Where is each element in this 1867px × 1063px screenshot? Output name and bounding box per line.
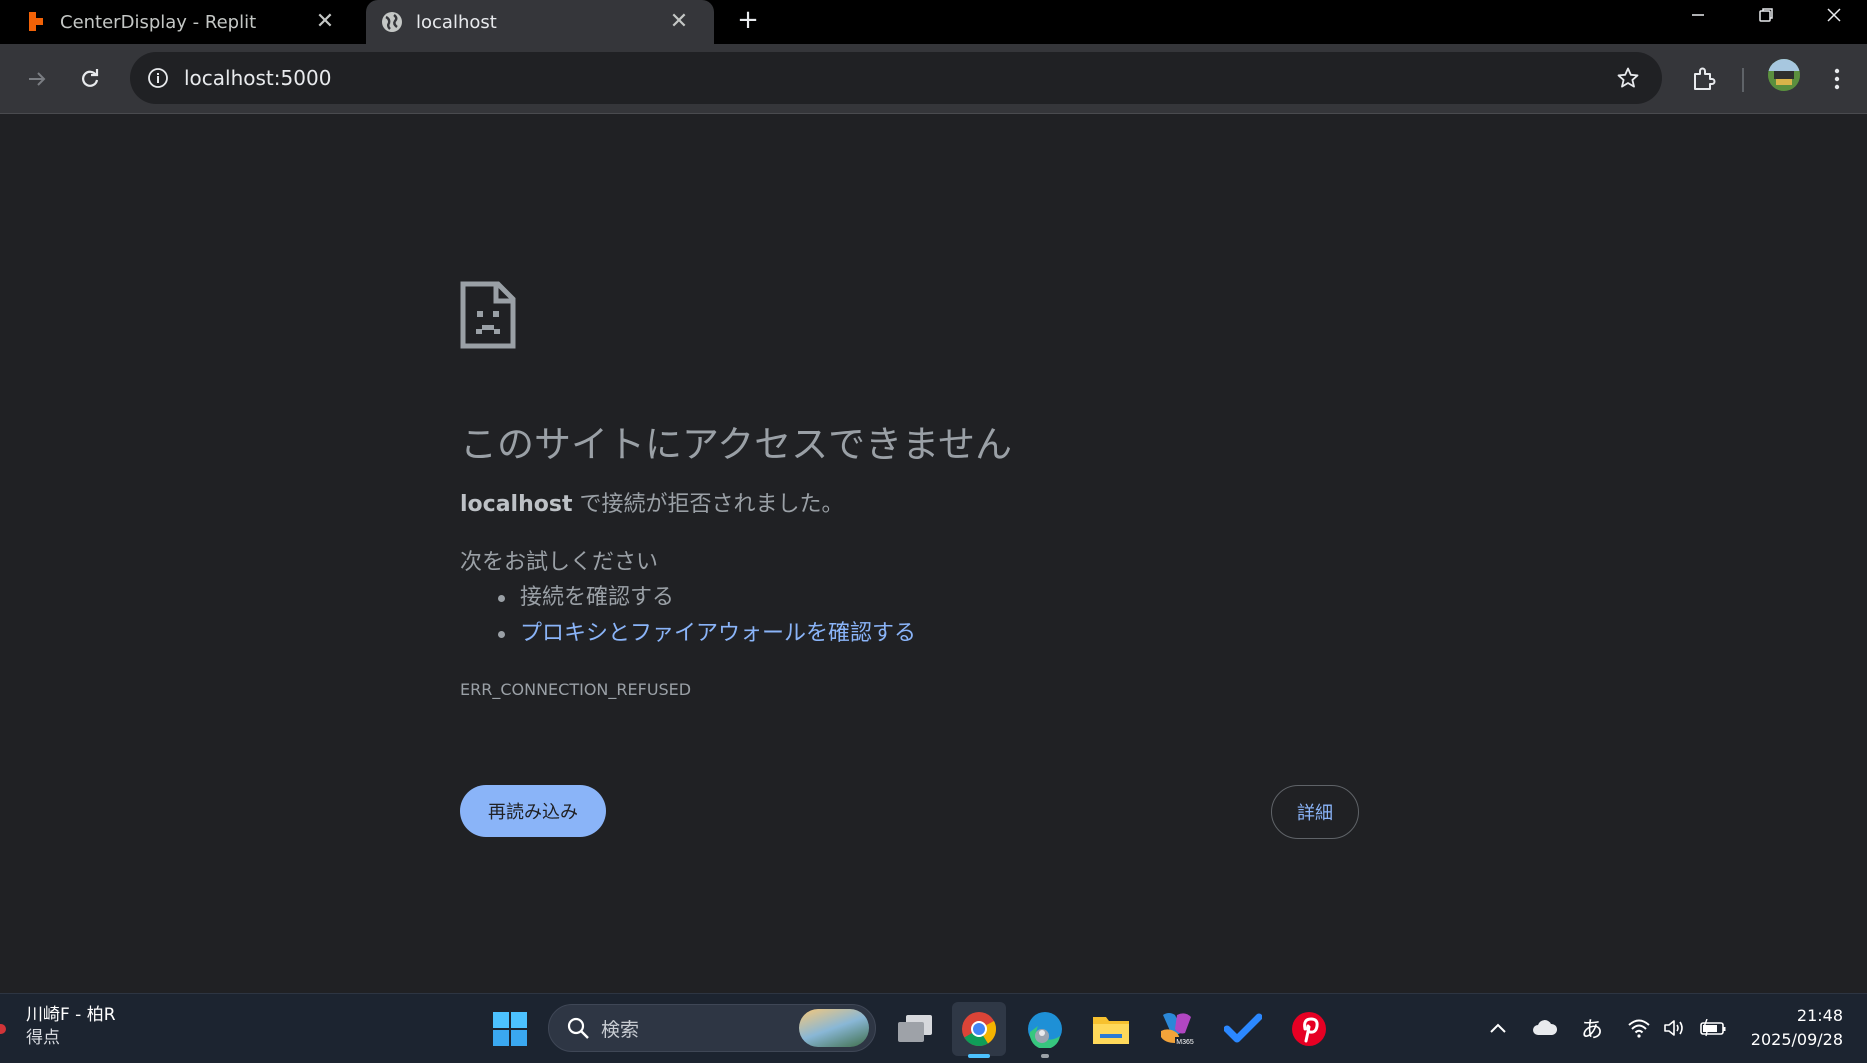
error-code: ERR_CONNECTION_REFUSED: [460, 680, 692, 699]
widget-subtitle: 得点: [26, 1028, 60, 1048]
site-info-icon[interactable]: [144, 64, 172, 92]
active-app-indicator: [968, 1054, 990, 1058]
system-clock[interactable]: 21:48 2025/09/28: [1751, 1004, 1843, 1052]
microsoft-365-icon[interactable]: M365: [1150, 1002, 1204, 1056]
windows-taskbar: 川崎F - 柏R 得点 検索 M365 あ 21:48 2025/09/28: [0, 993, 1867, 1063]
error-headline: このサイトにアクセスできません: [460, 423, 1013, 466]
running-app-indicator: [1041, 1054, 1049, 1058]
windows-start-icon[interactable]: [492, 1011, 528, 1047]
pinterest-icon[interactable]: [1282, 1002, 1336, 1056]
tab-title: CenterDisplay - Replit: [60, 11, 257, 33]
chevron-up-icon[interactable]: [1484, 1012, 1512, 1044]
profile-avatar[interactable]: [1768, 59, 1800, 91]
search-placeholder: 検索: [601, 1018, 640, 1041]
clock-time: 21:48: [1796, 1006, 1843, 1025]
search-icon: [565, 1015, 591, 1041]
battery-charging-icon[interactable]: [1696, 1012, 1730, 1044]
error-description-text: で接続が拒否されました。: [572, 492, 844, 517]
widget-title: 川崎F - 柏R: [26, 1005, 116, 1025]
bookmark-star-icon[interactable]: [1612, 62, 1644, 94]
error-page: このサイトにアクセスできません localhost で接続が拒否されました。 次…: [0, 114, 1867, 993]
chrome-icon[interactable]: [952, 1002, 1006, 1058]
new-tab-button[interactable]: +: [730, 2, 766, 38]
onedrive-cloud-icon[interactable]: [1528, 1012, 1562, 1044]
error-description: localhost で接続が拒否されました。: [460, 486, 843, 518]
svg-text:M365: M365: [1176, 1039, 1194, 1046]
news-widget[interactable]: 川崎F - 柏R 得点: [26, 1004, 116, 1050]
tab-strip: CenterDisplay - Replit ✕ localhost ✕ +: [0, 0, 1867, 44]
reload-icon[interactable]: [70, 59, 110, 99]
close-window-icon[interactable]: [1802, 0, 1866, 30]
ime-indicator[interactable]: あ: [1578, 1012, 1606, 1044]
search-highlight-image: [799, 1009, 869, 1047]
minimize-icon[interactable]: [1666, 0, 1730, 30]
sad-document-icon: [460, 281, 516, 349]
tab-localhost[interactable]: localhost ✕: [366, 0, 714, 44]
error-host: localhost: [460, 492, 573, 517]
extensions-icon[interactable]: [1684, 59, 1724, 99]
details-button[interactable]: 詳細: [1271, 785, 1359, 839]
widget-indicator: [0, 1024, 6, 1034]
wifi-icon[interactable]: [1624, 1012, 1654, 1044]
suggestions-list: 接続を確認する プロキシとファイアウォールを確認する: [460, 580, 916, 652]
reload-button[interactable]: 再読み込み: [460, 785, 606, 837]
address-bar[interactable]: localhost:5000: [130, 52, 1662, 104]
close-icon[interactable]: ✕: [664, 6, 694, 36]
globe-icon: [380, 10, 404, 34]
menu-kebab-icon[interactable]: [1817, 59, 1857, 99]
suggestion-check-proxy-firewall-link[interactable]: プロキシとファイアウォールを確認する: [460, 616, 916, 652]
file-explorer-icon[interactable]: [1084, 1002, 1138, 1056]
task-view-icon[interactable]: [888, 1002, 942, 1056]
restore-icon[interactable]: [1734, 0, 1798, 30]
microsoft-todo-icon[interactable]: [1216, 1002, 1270, 1056]
edge-icon[interactable]: [1018, 1002, 1072, 1058]
volume-icon[interactable]: [1660, 1012, 1690, 1044]
tab-title: localhost: [416, 11, 497, 33]
suggestions-heading: 次をお試しください: [460, 550, 659, 575]
tab-replit[interactable]: CenterDisplay - Replit ✕: [0, 0, 360, 44]
address-url: localhost:5000: [184, 66, 332, 90]
forward-icon[interactable]: [17, 59, 57, 99]
suggestion-check-connection: 接続を確認する: [460, 580, 916, 616]
close-icon[interactable]: ✕: [310, 6, 340, 36]
toolbar-divider: [1742, 68, 1744, 92]
replit-icon: [24, 10, 48, 34]
browser-toolbar: localhost:5000: [0, 44, 1867, 114]
taskbar-search-box[interactable]: 検索: [548, 1004, 876, 1052]
clock-date: 2025/09/28: [1750, 1030, 1843, 1049]
